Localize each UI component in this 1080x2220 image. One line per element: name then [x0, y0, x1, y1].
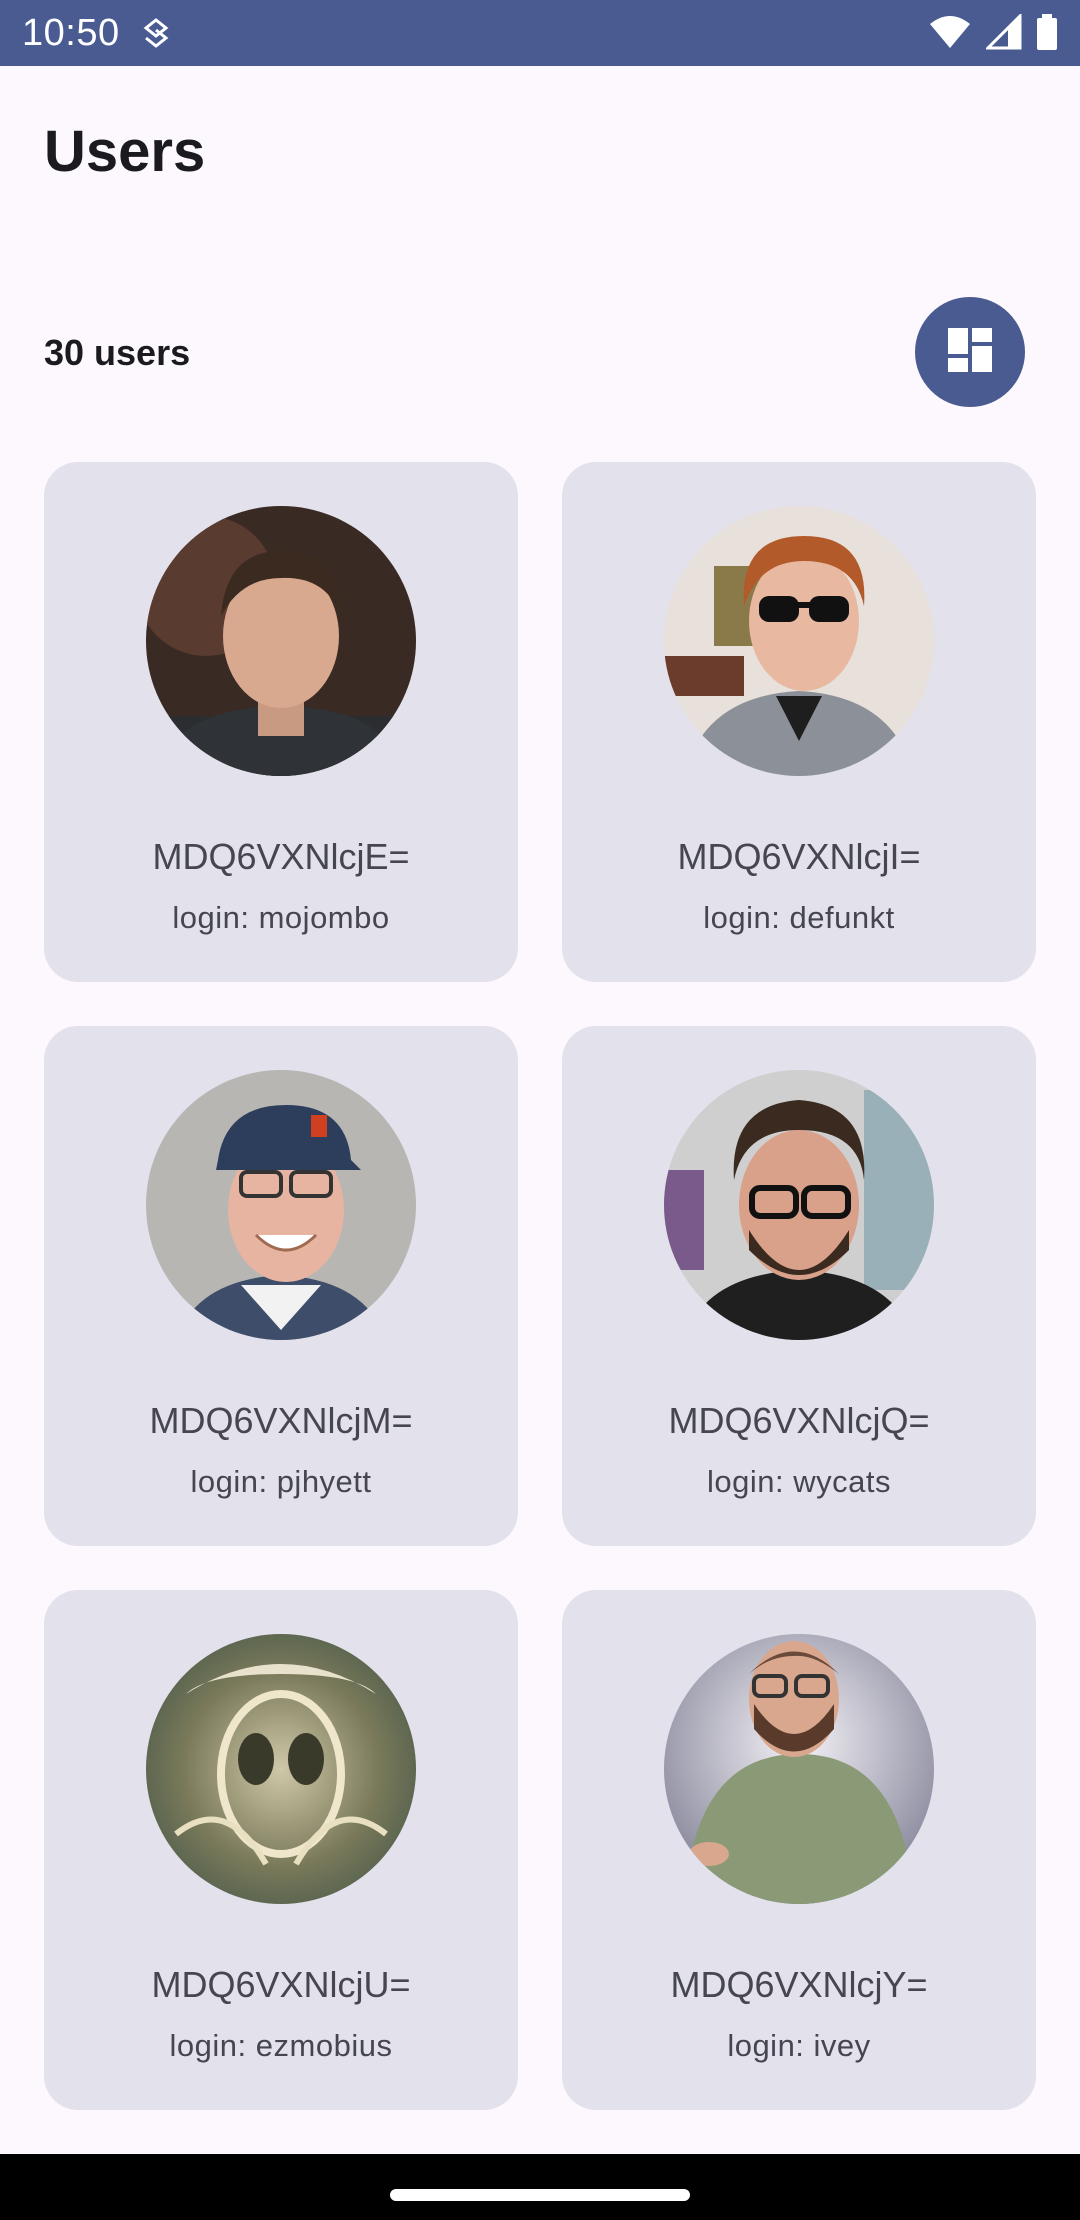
battery-icon: [1036, 14, 1058, 55]
user-card[interactable]: MDQ6VXNlcjI= login: defunkt: [562, 462, 1036, 982]
user-id: MDQ6VXNlcjM=: [149, 1400, 413, 1441]
user-id: MDQ6VXNlcjY=: [670, 1964, 928, 2005]
avatar: [664, 1634, 934, 1904]
user-id: MDQ6VXNlcjQ=: [668, 1400, 930, 1441]
user-card[interactable]: MDQ6VXNlcjY= login: ivey: [562, 1590, 1036, 2110]
avatar: [664, 506, 934, 776]
status-time: 10:50: [22, 12, 120, 54]
dashboard-grid-icon: [946, 326, 994, 379]
user-card[interactable]: MDQ6VXNlcjQ= login: wycats: [562, 1026, 1036, 1546]
system-nav-bar: [0, 2154, 1080, 2220]
user-id: MDQ6VXNlcjI=: [677, 836, 921, 877]
user-login: login: wycats: [707, 1464, 891, 1499]
user-id: MDQ6VXNlcjU=: [151, 1964, 411, 2005]
user-login: login: mojombo: [172, 900, 390, 935]
layout-toggle-button[interactable]: [915, 297, 1025, 407]
wifi-icon: [928, 14, 972, 55]
user-card[interactable]: MDQ6VXNlcjE= login: mojombo: [44, 462, 518, 982]
user-login: login: ivey: [727, 2028, 871, 2063]
user-login: login: pjhyett: [190, 1464, 372, 1499]
page-title: Users: [44, 119, 206, 184]
avatar: [146, 1634, 416, 1904]
user-login: login: defunkt: [703, 900, 895, 935]
avatar: [146, 1070, 416, 1340]
status-bar: 10:50: [0, 0, 1080, 66]
user-grid: MDQ6VXNlcjE= login: mojombo MDQ6VXNlcjI=…: [44, 462, 1036, 2110]
user-card[interactable]: MDQ6VXNlcjU= login: ezmobius: [44, 1590, 518, 2110]
nfc-icon: [142, 18, 170, 53]
user-login: login: ezmobius: [169, 2028, 393, 2063]
user-card[interactable]: MDQ6VXNlcjM= login: pjhyett: [44, 1026, 518, 1546]
home-gesture-handle[interactable]: [390, 2189, 690, 2201]
avatar: [664, 1070, 934, 1340]
signal-icon: [984, 12, 1022, 55]
avatar: [146, 506, 416, 776]
user-count-label: 30 users: [44, 332, 191, 373]
user-id: MDQ6VXNlcjE=: [152, 836, 410, 877]
